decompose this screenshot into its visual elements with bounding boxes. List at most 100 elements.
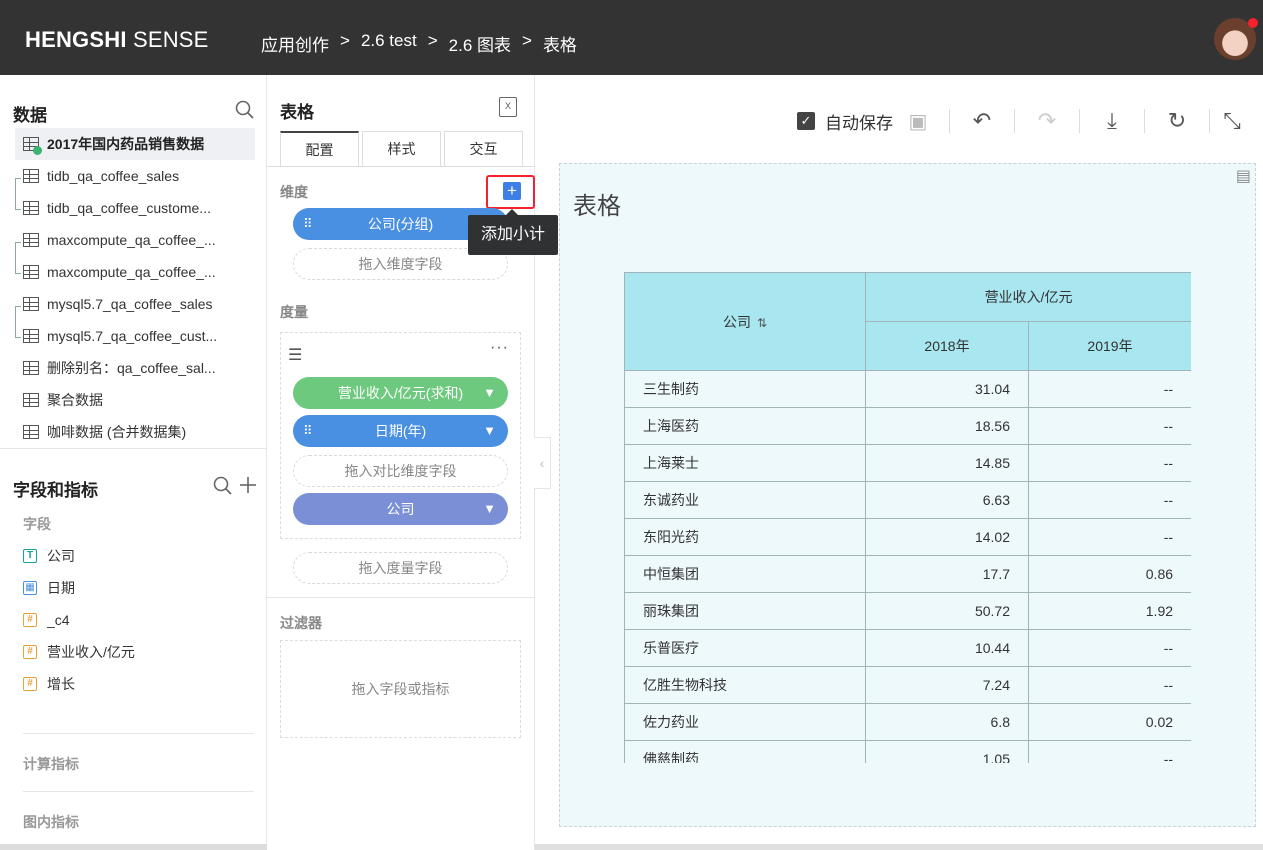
dataset-item[interactable]: maxcompute_qa_coffee_...	[15, 224, 255, 256]
breadcrumb-item-2[interactable]: 2.6 test	[361, 31, 417, 56]
canvas-toolbar: ✓ 自动保存 ▣ ↶ ↷ ⤓ ↻ ⤡	[797, 107, 1254, 135]
cell-value: --	[1027, 370, 1191, 408]
chevron-down-icon[interactable]: ▼	[483, 415, 496, 447]
dataset-item[interactable]: tidb_qa_coffee_sales	[15, 160, 255, 192]
header-revenue: 营业收入/亿元	[864, 272, 1191, 322]
redo-icon[interactable]: ↷	[1015, 108, 1079, 134]
table-icon	[23, 201, 39, 215]
cell-value: 18.56	[865, 407, 1029, 445]
chevron-down-icon[interactable]: ▼	[483, 377, 496, 409]
add-icon[interactable]	[238, 475, 258, 495]
chart-metrics-title[interactable]: 图内指标	[23, 812, 79, 832]
section-divider	[267, 597, 535, 598]
text-type-icon: T	[23, 549, 37, 563]
logo-rest: SENSE	[126, 27, 209, 52]
data-sidebar: 数据 2017年国内药品销售数据 tidb_qa_coffee_sales ti…	[0, 75, 267, 850]
table-settings-icon[interactable]: ▤	[1236, 166, 1251, 186]
cell-company: 丽珠集团	[624, 592, 866, 630]
search-icon[interactable]	[235, 100, 255, 120]
field-label: 营业收入/亿元	[47, 644, 135, 660]
dataset-item[interactable]: 2017年国内药品销售数据	[15, 128, 255, 160]
sort-icon[interactable]: ⇅	[757, 316, 767, 330]
cell-value: --	[1027, 444, 1191, 482]
field-item[interactable]: ▦ 日期	[23, 578, 75, 598]
dataset-item[interactable]: mysql5.7_qa_coffee_sales	[15, 288, 255, 320]
measure-pill[interactable]: 营业收入/亿元(求和) ▼	[293, 377, 508, 409]
dataset-item[interactable]: 聚合数据	[15, 384, 255, 416]
measure-label: 度量	[280, 304, 308, 320]
table-icon	[23, 265, 39, 279]
horizontal-scrollbar[interactable]	[0, 844, 267, 850]
hamburger-menu-icon[interactable]: ☰	[288, 345, 302, 365]
dataset-list: 2017年国内药品销售数据 tidb_qa_coffee_sales tidb_…	[15, 128, 255, 448]
undo-icon[interactable]: ↶	[950, 108, 1014, 134]
table-icon	[23, 361, 39, 375]
dataset-label: tidb_qa_coffee_custome...	[47, 200, 211, 216]
cell-value: --	[1027, 481, 1191, 519]
dataset-label: mysql5.7_qa_coffee_sales	[47, 296, 213, 312]
tab-interaction[interactable]: 交互	[444, 131, 523, 167]
field-item[interactable]: # 营业收入/亿元	[23, 642, 135, 662]
cell-company: 三生制药	[624, 370, 866, 408]
dataset-item[interactable]: 删除别名：qa_coffee_sal...	[15, 352, 255, 384]
date-pill[interactable]: ⠿ 日期(年) ▼	[293, 415, 508, 447]
autosave-checkbox[interactable]: ✓	[797, 112, 815, 130]
breadcrumb-item-3[interactable]: 2.6 图表	[449, 31, 511, 56]
collapse-panel-tab[interactable]: ‹	[534, 437, 551, 489]
field-label: 公司	[47, 548, 75, 564]
save-icon[interactable]: ▣	[907, 109, 929, 134]
compare-pill[interactable]: 公司 ▼	[293, 493, 508, 525]
field-label: 增长	[47, 676, 75, 692]
user-avatar[interactable]	[1214, 18, 1258, 60]
field-item[interactable]: # 增长	[23, 674, 75, 694]
cell-value: --	[1027, 740, 1191, 763]
calc-metrics-title[interactable]: 计算指标	[23, 754, 79, 774]
table-row: 佛慈制药 1.05 --	[624, 740, 1191, 763]
horizontal-scrollbar[interactable]	[535, 844, 1263, 850]
dataset-item[interactable]: mysql5.7_qa_coffee_cust...	[15, 320, 255, 352]
top-bar: HENGSHI SENSE 应用创作 > 2.6 test > 2.6 图表 >…	[0, 0, 1263, 75]
app-logo[interactable]: HENGSHI SENSE	[25, 27, 209, 53]
header-company[interactable]: 公司 ⇅	[624, 272, 866, 371]
pill-label: 公司(分组)	[367, 216, 434, 232]
cell-company: 上海莱士	[624, 444, 866, 482]
tab-config[interactable]: 配置	[280, 131, 359, 167]
header-year-2018: 2018年	[865, 321, 1029, 371]
search-icon[interactable]	[213, 476, 233, 496]
cell-company: 佛慈制药	[624, 740, 866, 763]
section-divider	[23, 791, 254, 792]
table-row: 中恒集团 17.7 0.86	[624, 555, 1191, 593]
drag-handle-icon[interactable]: ⠿	[303, 415, 312, 447]
filter-dropzone[interactable]: 拖入字段或指标	[280, 640, 521, 738]
table-icon	[23, 329, 39, 343]
chevron-down-icon[interactable]: ▼	[483, 493, 496, 525]
cell-value: 1.92	[1027, 592, 1191, 630]
dataset-item[interactable]: maxcompute_qa_coffee_...	[15, 256, 255, 288]
dataset-item[interactable]: tidb_qa_coffee_custome...	[15, 192, 255, 224]
tab-style[interactable]: 样式	[362, 131, 441, 167]
download-icon[interactable]: ⤓	[1080, 108, 1144, 134]
collapse-icon[interactable]: ⤡	[1210, 108, 1254, 134]
breadcrumb-separator: >	[522, 31, 532, 50]
excel-export-icon[interactable]: X	[499, 97, 517, 117]
breadcrumb-item-1[interactable]: 应用创作	[261, 31, 329, 56]
cell-value: 50.72	[865, 592, 1029, 630]
cell-value: --	[1027, 518, 1191, 556]
refresh-icon[interactable]: ↻	[1145, 108, 1209, 134]
add-subtotal-button[interactable]: +	[503, 182, 521, 200]
table-row: 上海莱士 14.85 --	[624, 444, 1191, 482]
add-subtotal-highlight: +	[486, 175, 535, 209]
cell-value: 14.02	[865, 518, 1029, 556]
measure-dropzone[interactable]: 拖入度量字段	[293, 552, 508, 584]
more-options-icon[interactable]: ···	[490, 339, 509, 357]
field-item[interactable]: # _c4	[23, 610, 70, 630]
drag-handle-icon[interactable]: ⠿	[303, 208, 312, 240]
table-icon	[23, 169, 39, 183]
field-item[interactable]: T 公司	[23, 546, 75, 566]
compare-dropzone[interactable]: 拖入对比维度字段	[293, 455, 508, 487]
dataset-label: mysql5.7_qa_coffee_cust...	[47, 328, 218, 344]
status-ok-icon	[33, 146, 42, 155]
dataset-item[interactable]: 咖啡数据 (合并数据集)	[15, 416, 255, 448]
cell-value: 10.44	[865, 629, 1029, 667]
dataset-label: 删除别名：qa_coffee_sal...	[47, 360, 216, 376]
